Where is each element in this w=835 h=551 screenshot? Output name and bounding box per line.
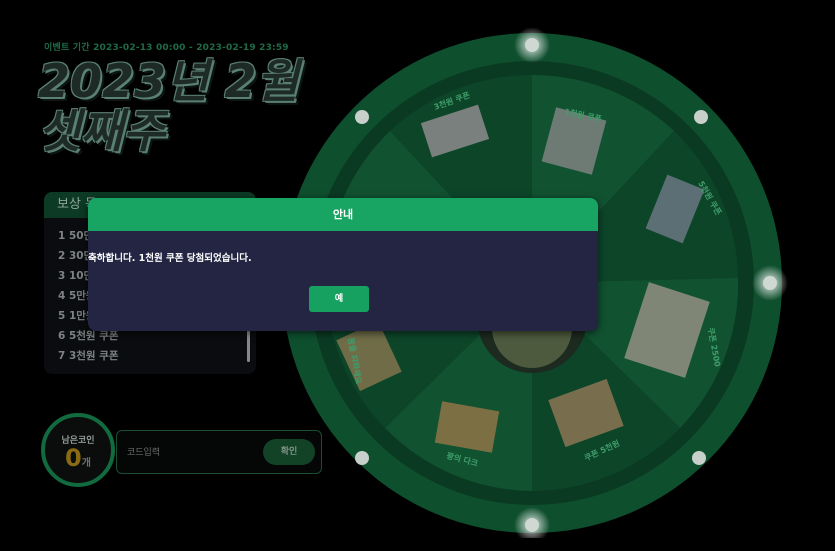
dialog-ok-button[interactable]: 예 (309, 286, 369, 312)
light-icon (525, 518, 539, 532)
light-icon (525, 38, 539, 52)
dialog-title: 안내 (88, 198, 598, 231)
event-title-line1: 2023년 2월 (38, 54, 299, 108)
dialog-message: 축하합니다. 1천원 쿠폰 당첨되었습니다. (88, 253, 252, 264)
reward-item: 7 3천원 쿠폰 (58, 350, 119, 362)
coin-count: 0 (65, 444, 82, 472)
code-input[interactable] (125, 443, 259, 463)
coin-counter: 남은코인 0개 (41, 413, 115, 487)
event-period: 이벤트 기간 2023-02-13 00:00 - 2023-02-19 23:… (44, 43, 289, 53)
event-title: 2023년 2월 셋째주 (38, 56, 299, 156)
coin-unit: 개 (81, 458, 91, 469)
light-icon (355, 451, 369, 465)
light-icon (355, 110, 369, 124)
light-icon (694, 110, 708, 124)
event-title-line2: 셋째주 (38, 104, 165, 158)
light-icon (692, 451, 706, 465)
notice-dialog: 안내 축하합니다. 1천원 쿠폰 당첨되었습니다. 예 (88, 198, 598, 331)
light-icon (763, 276, 777, 290)
